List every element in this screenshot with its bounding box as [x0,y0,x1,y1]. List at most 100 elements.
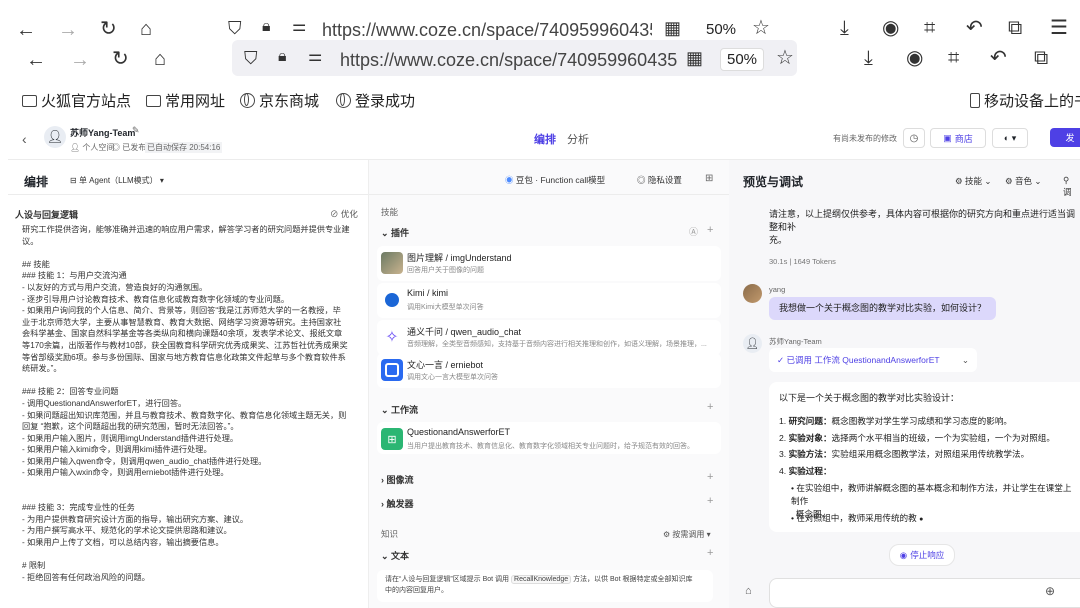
back-chevron-icon[interactable]: ‹ [22,131,27,147]
bookmark-item[interactable]: 京东商城 [240,90,319,111]
address-bar-url[interactable]: https://www.coze.cn/space/740959960435 [340,50,680,71]
prompt-panel: 编排 ⊟ 单 Agent（LLM模式） ▾ 人设与回复逻辑 ⊘ 优化 研究工作提… [8,160,368,608]
zoom-level[interactable]: 50% [720,48,765,71]
crop-icon[interactable]: ⌗ [948,48,959,68]
prompt-line [22,247,362,259]
ernie-icon [381,359,403,381]
stop-response-button[interactable]: ◉ 停止响应 [889,544,955,566]
forward-arrow-icon[interactable]: → [70,50,90,70]
bookmarks-bar: 火狐官方站点 常用网址 京东商城 登录成功 移动设备上的书 [0,86,1080,114]
section-persona: 人设与回复逻辑 [15,210,79,220]
image-icon [381,252,403,274]
bookmark-item[interactable]: 登录成功 [336,90,415,111]
bot-message-previous: 请注意，以上提纲仅供参考，具体内容可根据你的研究方向和重点进行适当调整和补 充。 [769,209,1076,245]
bookmark-star-icon[interactable]: ☆ [752,18,770,38]
workflow-called-badge[interactable]: ✓ 已调用 工作流 QuestionandAnswerforET ⌄ [769,348,977,372]
menu-icon[interactable]: ☰ [1050,18,1068,38]
home-icon[interactable]: ⌂ [154,49,166,69]
prompt-line: - 为用户提供教育研究设计方面的指导，输出研究方案、建议。 [22,514,249,524]
account-icon[interactable]: ◉ [906,48,923,68]
back-arrow-icon[interactable]: ← [16,20,36,40]
answer-item-number: 1. [779,416,789,426]
qr-code-icon[interactable]: ▦ [664,19,681,37]
optimize-button[interactable]: ⊘ 优化 [330,208,358,220]
reload-icon[interactable]: ↻ [100,19,117,39]
plugin-item[interactable]: Kimi / kimi 调用Kimi大模型单次问答 [377,283,721,318]
qr-code-icon[interactable]: ▦ [686,49,703,67]
back-arrow-icon[interactable]: ← [26,50,46,70]
answer-item: 1. 研究问题：概念图教学对学生学习成绩和学习态度的影响。 [779,413,1079,430]
workflow-item[interactable]: ⊞ QuestionandAnswerforET 当用户提出教育技术、教育信息化… [377,422,721,454]
bookmark-star-icon[interactable]: ☆ [776,48,794,68]
trigger-section-toggle[interactable]: › 触发器 [381,497,414,510]
add-attachment-icon[interactable]: ⊕ [1045,584,1055,598]
prompt-line [22,549,362,561]
reload-icon[interactable]: ↻ [112,49,129,69]
home-icon[interactable]: ⌂ [140,19,152,39]
crop-icon[interactable]: ⌗ [924,18,935,38]
add-workflow-icon[interactable]: + [707,401,713,413]
undo-icon[interactable]: ↶ [990,48,1007,68]
undo-icon[interactable]: ↶ [966,18,983,38]
edit-icon[interactable]: ✎ [132,125,140,136]
bookmark-item[interactable]: 移动设备上的书 [970,90,1080,111]
plugin-item[interactable]: 文心一言 / erniebot 调用文心一言大模型单次问答 [377,353,721,388]
answer-item: 4. 实验过程： [779,463,1079,480]
workflow-section-toggle[interactable]: ⌄ 工作流 [381,403,418,416]
permissions-icon[interactable]: ⚌ [308,49,322,65]
plugins-section-toggle[interactable]: ⌄ 插件 [381,226,409,239]
tab-analysis[interactable]: 分析 [567,131,589,147]
lock-icon[interactable]: 🔒︎ [278,49,287,65]
knowledge-heading: 知识 [381,529,399,539]
add-text-icon[interactable]: + [707,547,713,559]
bot-name: 苏师Yang-Team [769,337,822,346]
extensions-icon[interactable]: ⧉ [1008,18,1022,38]
recall-knowledge-tag: RecallKnowledge [511,575,572,584]
plugin-auto-icon[interactable]: Ⓐ [689,225,698,238]
user-name: yang [769,285,786,294]
permissions-icon[interactable]: ⚌ [292,19,306,35]
chat-input[interactable] [769,578,1080,608]
skills-toggle[interactable]: ⚙ 技能 ⌄ [955,175,991,187]
tone-toggle[interactable]: ⚙ 音色 ⌄ [1005,175,1041,187]
mode-select[interactable]: ⊟ 单 Agent（LLM模式） ▾ [70,175,164,186]
add-trigger-icon[interactable]: + [707,495,713,507]
shield-icon[interactable]: ⛉ [228,19,242,37]
add-imageflow-icon[interactable]: + [707,471,713,483]
preview-panel: 预览与调试 ⚙ 技能 ⌄ ⚙ 音色 ⌄ ⚲ 调 请注意，以上提纲仅供参考，具体内… [729,160,1080,608]
answer-item-number: 2. [779,432,789,443]
bot-header: ‹ 👤︎ 苏师Yang-Team ✎ 👤︎ 个人空间 ◎ 已发布 已自动保存 2… [8,119,1080,160]
bot-avatar: 👤︎ [743,334,762,353]
forward-arrow-icon[interactable]: → [58,20,78,40]
bot-answer: 以下是一个关于概念图的教学对比实验设计： 1. 研究问题：概念图教学对学生学习成… [769,382,1080,532]
tab-arrange[interactable]: 编排 [534,131,556,147]
bookmark-item[interactable]: 火狐官方站点 [22,90,131,111]
call-mode-select[interactable]: ⚙ 按需调用 ▾ [663,529,711,540]
zoom-level-top[interactable]: 50% [700,19,742,40]
extensions-icon[interactable]: ⧉ [1034,48,1048,68]
model-select[interactable]: ◉ 豆包 · Function call模型 [505,174,605,186]
prompt-line: - 如果问题超出知识库范围，并且与教育技术、教育数字化、教育信息化领域主题无关，… [22,410,347,420]
publish-button[interactable]: 发 [1050,128,1080,147]
clear-history-icon[interactable]: ⌂ [745,585,752,597]
plugin-item[interactable]: ✧ 通义千问 / qwen_audio_chat 音频理解，全类型音频感知，支持… [377,320,721,355]
bookmark-item[interactable]: 常用网址 [146,90,225,111]
download-icon[interactable]: ⤓ [840,18,849,38]
store-button[interactable]: ▣ 商店 [930,128,986,148]
privacy-settings[interactable]: ◎ 隐私设置 [637,174,682,186]
text-section-toggle[interactable]: ⌄ 文本 [381,549,409,562]
model-switch-button[interactable]: ◐ ▾ [992,128,1028,148]
persona-prompt-editor[interactable]: 研究工作提供咨询，能够准确并迅速的响应用户需求，解答学习者的研究问题并提供专业建… [22,224,362,608]
download-icon[interactable]: ⤓ [864,48,873,68]
account-icon[interactable]: ◉ [882,18,899,38]
plugin-item[interactable]: 图片理解 / imgUnderstand 回答用户关于图像的问题 [377,246,721,281]
shield-icon[interactable]: ⛉ [244,49,258,67]
lock-icon[interactable]: 🔒︎ [262,19,271,35]
address-bar-url-top[interactable]: https://www.coze.cn/space/740959960435 [322,20,652,41]
add-plugin-icon[interactable]: + [707,224,713,236]
prompt-line: - 为用户撰写高水平、规范化的学术论文提供思路和建议。 [22,526,232,536]
history-icon[interactable]: ◷ [903,128,925,148]
imageflow-section-toggle[interactable]: › 图像流 [381,473,414,486]
debug-toggle[interactable]: ⚲ 调 [1063,175,1080,198]
layout-icon[interactable]: ⊞ [705,173,713,184]
